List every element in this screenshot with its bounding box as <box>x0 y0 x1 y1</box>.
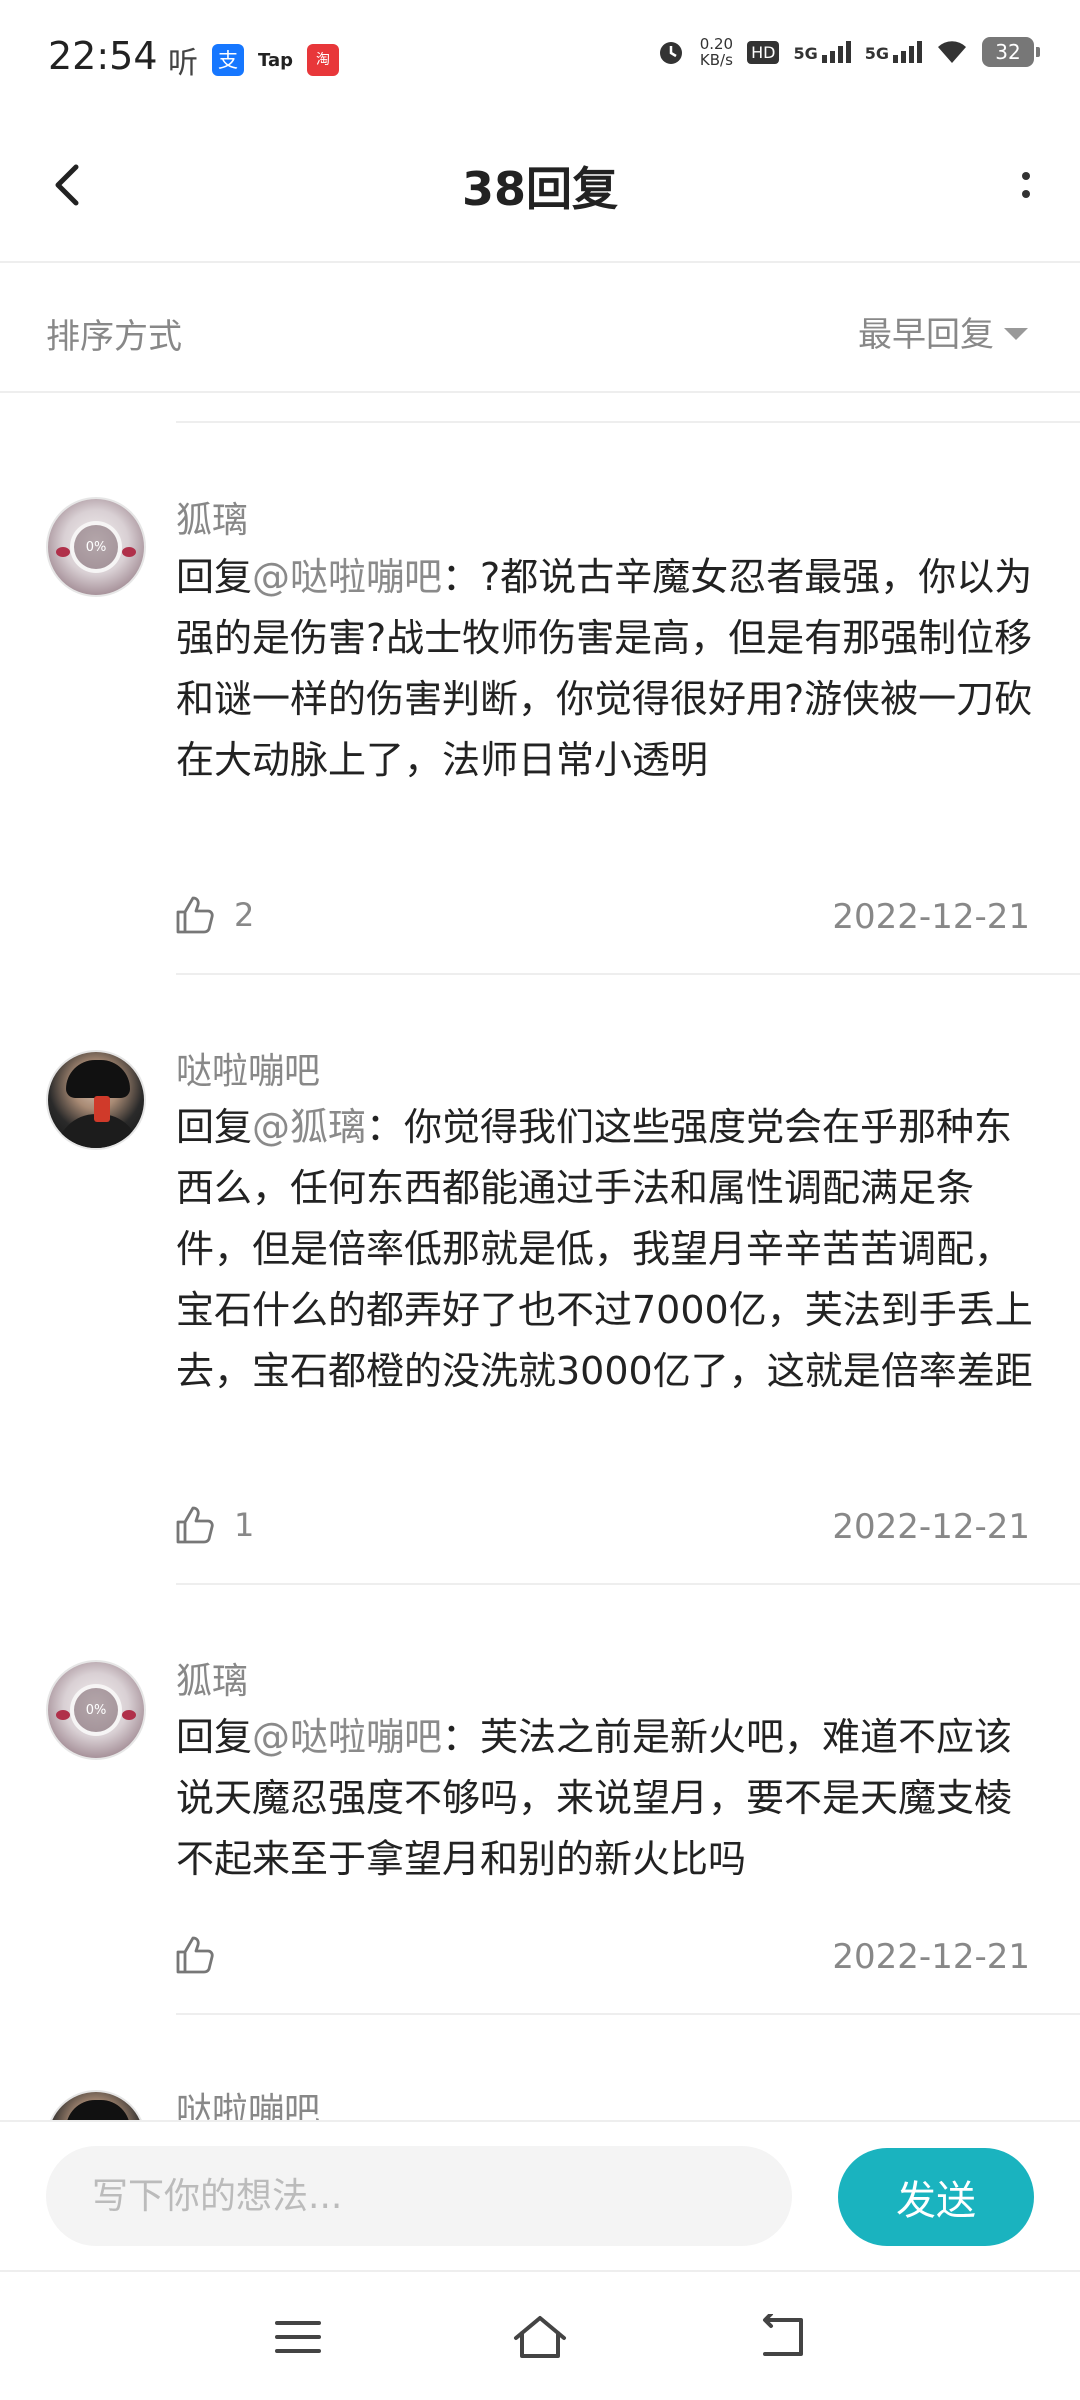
status-bar: 22:54 听 支 Tap 淘 0.20 KB/s HD 5G 5G 32 <box>0 0 1080 115</box>
loading-progress: 0% <box>70 521 122 573</box>
like-button[interactable] <box>172 1933 234 1977</box>
network-speed: 0.20 KB/s <box>699 35 734 69</box>
like-count: 1 <box>234 1506 255 1544</box>
sort-label: 排序方式 <box>46 317 182 357</box>
nav-home-button[interactable] <box>500 2302 580 2372</box>
mention-link[interactable]: @哒啦嘣吧 <box>252 1715 442 1759</box>
more-options-button[interactable] <box>1006 155 1046 215</box>
reply-date: 2022-12-21 <box>832 1507 1030 1547</box>
wifi-icon <box>938 41 966 63</box>
listen-app-icon: 听 <box>168 46 198 81</box>
signal-5g-icon-2: 5G <box>865 41 922 63</box>
caret-down-icon <box>1004 327 1028 340</box>
page-title: 38回复 <box>461 162 618 216</box>
top-app-bar: 38回复 <box>0 115 1080 263</box>
like-button[interactable]: 2 <box>172 893 254 937</box>
reply-list[interactable]: 0% 狐璃 回复@哒啦嘣吧：?都说古辛魔女忍者最强，你以为强的是伤害?战士牧师伤… <box>0 395 1080 2120</box>
reply-content[interactable]: 回复@哒啦嘣吧：芙法之前是新火吧，难道不应该说天魔忍强度不够吗，来说望月，要不是… <box>176 1707 1036 1890</box>
reply-username[interactable]: 狐璃 <box>176 1652 248 1704</box>
like-count: 2 <box>234 896 255 934</box>
thumbs-up-icon <box>176 1506 214 1544</box>
mention-link[interactable]: @狐璃 <box>252 1105 366 1149</box>
divider <box>176 421 1080 423</box>
thumbs-up-icon <box>176 896 214 934</box>
nav-menu-button[interactable] <box>258 2302 338 2372</box>
shopping-app-icon: 淘 <box>307 44 339 76</box>
reply-content[interactable]: 回复@狐璃：你觉得我们这些强度党会在乎那种东西么，任何东西都能通过手法和属性调配… <box>176 1097 1036 1402</box>
home-icon <box>514 2316 566 2358</box>
battery-indicator: 32 <box>982 37 1040 67</box>
system-navigation-bar <box>0 2270 1080 2400</box>
thumbs-up-icon <box>176 1936 214 1974</box>
sort-bar: 排序方式 最早回复 <box>0 263 1080 393</box>
status-time: 22:54 <box>48 34 158 78</box>
tap-app-icon: Tap <box>258 49 293 71</box>
like-button[interactable]: 1 <box>172 1503 254 1547</box>
reply-input[interactable] <box>46 2146 792 2246</box>
reply-content[interactable]: 回复@哒啦嘣吧：?都说古辛魔女忍者最强，你以为强的是伤害?战士牧师伤害是高，但是… <box>176 547 1036 791</box>
alipay-app-icon: 支 <box>212 44 244 76</box>
status-notification-icons: 听 支 Tap 淘 <box>168 38 339 82</box>
reply-composer: 发送 <box>0 2120 1080 2270</box>
nav-back-button[interactable] <box>742 2302 822 2372</box>
divider <box>176 2013 1080 2015</box>
menu-icon <box>275 2321 321 2353</box>
reply-date: 2022-12-21 <box>832 1937 1030 1977</box>
avatar[interactable]: 0% <box>46 1660 146 1760</box>
avatar[interactable] <box>46 2090 146 2120</box>
divider <box>176 973 1080 975</box>
sort-order-dropdown[interactable]: 最早回复 <box>858 307 1028 356</box>
loading-progress: 0% <box>70 1684 122 1736</box>
send-button[interactable]: 发送 <box>838 2148 1034 2246</box>
return-icon <box>763 2314 803 2356</box>
avatar[interactable] <box>46 1050 146 1150</box>
alarm-icon <box>659 42 682 64</box>
hd-voice-icon: HD <box>747 40 780 64</box>
reply-username[interactable]: 哒啦嘣吧 <box>176 1042 320 1094</box>
signal-5g-icon: 5G <box>793 41 851 63</box>
reply-date: 2022-12-21 <box>832 897 1030 937</box>
divider <box>176 1583 1080 1585</box>
mention-link[interactable]: @哒啦嘣吧 <box>252 555 442 599</box>
more-vertical-icon <box>1022 172 1030 180</box>
reply-username[interactable]: 狐璃 <box>176 491 248 543</box>
status-system-icons: 0.20 KB/s HD 5G 5G 32 <box>656 35 1040 69</box>
reply-username[interactable]: 哒啦嘣吧 <box>176 2082 320 2120</box>
sort-selected-value: 最早回复 <box>858 315 994 355</box>
avatar[interactable]: 0% <box>46 497 146 597</box>
